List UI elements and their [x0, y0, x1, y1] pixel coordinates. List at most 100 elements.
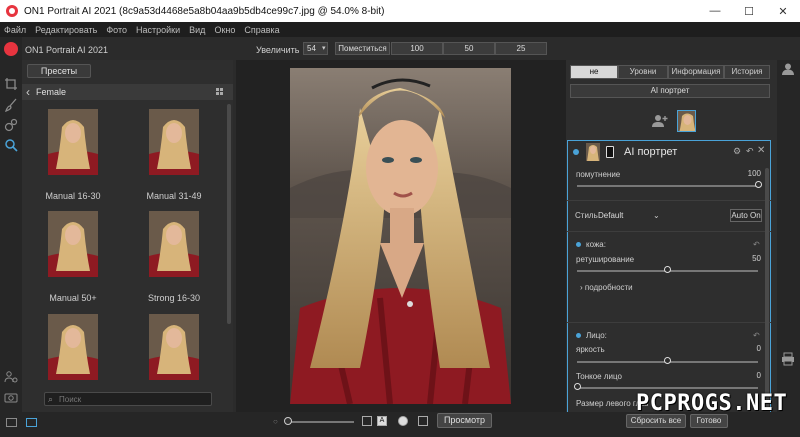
zoom-25-button[interactable]: 25	[495, 42, 547, 55]
crop-icon[interactable]	[4, 77, 18, 91]
preset-label: Strong 16-30	[147, 293, 201, 303]
opacity-slider-knob[interactable]	[754, 181, 762, 188]
preset-label: Manual 31-49	[146, 191, 202, 201]
gear-icon[interactable]: ⚙	[733, 146, 741, 157]
brightness-slider-knob[interactable]	[664, 357, 671, 364]
main-photo[interactable]	[290, 68, 511, 404]
grid-view-icon[interactable]	[216, 88, 223, 95]
preset-thumb[interactable]	[149, 314, 199, 380]
brand-logo-icon	[4, 42, 18, 56]
zoom-100-button[interactable]: 100	[391, 42, 443, 55]
face-enabled-indicator[interactable]	[576, 333, 581, 338]
search-icon: ⌕	[48, 394, 54, 404]
presets-scrollbar[interactable]	[227, 104, 231, 324]
module-enabled-indicator[interactable]	[573, 149, 579, 155]
user-icon[interactable]	[781, 62, 795, 79]
mask-icon[interactable]	[4, 118, 18, 132]
preset-thumb[interactable]	[48, 314, 98, 380]
preset-thumb[interactable]	[48, 211, 98, 277]
menu-file[interactable]: Файл	[4, 25, 26, 35]
zoom-out-icon[interactable]: ○	[273, 417, 278, 426]
portrait-ai-icon[interactable]	[4, 138, 18, 152]
chevron-down-icon[interactable]: ▾	[322, 44, 326, 52]
back-arrow-icon[interactable]: ‹	[26, 85, 30, 99]
presets-tab[interactable]: Пресеты	[27, 64, 91, 78]
preset-category-row[interactable]: ‹ Female	[22, 84, 233, 100]
close-window-button[interactable]: ✕	[766, 0, 800, 22]
window-title: ON1 Portrait AI 2021 (8c9a53d4468e5a8b04…	[24, 5, 385, 17]
app-logo-icon	[6, 5, 18, 17]
menu-window[interactable]: Окно	[214, 25, 235, 35]
brush-icon[interactable]	[4, 98, 18, 113]
preset-thumb[interactable]	[149, 211, 199, 277]
zoom-50-button[interactable]: 50	[443, 42, 495, 55]
retouch-value[interactable]: 50	[741, 254, 761, 263]
tab-info[interactable]: Информация	[668, 65, 724, 79]
style-select[interactable]: Default	[598, 211, 623, 220]
view-circle-icon[interactable]	[398, 416, 408, 426]
reset-all-button[interactable]: Сбросить все	[626, 414, 686, 428]
slim-face-slider-track[interactable]	[577, 387, 758, 389]
title-bar: ON1 Portrait AI 2021 (8c9a53d4468e5a8b04…	[0, 0, 800, 22]
camera-icon[interactable]	[4, 390, 18, 404]
slim-face-value[interactable]: 0	[741, 371, 761, 380]
skin-section-title: кожа:	[586, 240, 606, 249]
view-mask-icon[interactable]	[418, 416, 428, 426]
preset-label: Manual 16-30	[45, 191, 101, 201]
retouch-label: ретуширование	[576, 255, 635, 264]
menu-view[interactable]: Вид	[189, 25, 205, 35]
single-view-icon[interactable]	[6, 418, 17, 427]
tab-levels[interactable]: Уровни	[618, 65, 668, 79]
module-title: AI портрет	[624, 146, 678, 158]
opacity-slider-track[interactable]	[577, 185, 758, 187]
done-button[interactable]: Готово	[690, 414, 728, 428]
divider	[567, 200, 771, 201]
preset-thumb[interactable]	[48, 109, 98, 175]
ai-portrait-header-button[interactable]: AI портрет	[570, 84, 770, 98]
menu-edit[interactable]: Редактировать	[35, 25, 97, 35]
fit-button[interactable]: Поместиться	[335, 42, 390, 55]
menu-bar: Файл Редактировать Фото Настройки Вид Ок…	[0, 22, 800, 37]
undo-icon[interactable]: ↶	[753, 240, 760, 249]
add-person-icon[interactable]	[652, 114, 668, 131]
zoom-slider-knob[interactable]	[284, 417, 292, 425]
minimize-button[interactable]: —	[698, 0, 732, 22]
tab-history[interactable]: История	[724, 65, 770, 79]
slim-face-slider-knob[interactable]	[573, 383, 581, 390]
preview-button[interactable]: Просмотр	[437, 413, 492, 428]
divider	[567, 322, 771, 323]
chevron-down-icon[interactable]: ⌄	[653, 211, 660, 220]
auto-on-button[interactable]: Auto On	[730, 209, 762, 222]
preset-thumb[interactable]	[149, 109, 199, 175]
view-square-icon[interactable]	[362, 416, 372, 426]
adjustments-scrollbar[interactable]	[765, 168, 769, 408]
module-thumbnail	[586, 143, 600, 161]
brightness-label: яркость	[576, 345, 605, 354]
details-expander[interactable]: › подробности	[580, 283, 633, 292]
zoom-slider-track[interactable]	[287, 421, 354, 423]
preset-search-input[interactable]: ⌕ Поиск	[44, 392, 212, 406]
menu-settings[interactable]: Настройки	[136, 25, 180, 35]
menu-help[interactable]: Справка	[244, 25, 279, 35]
opacity-label: помутнение	[576, 170, 621, 179]
category-label: Female	[36, 87, 67, 97]
undo-icon[interactable]: ↶	[753, 331, 760, 340]
maximize-button[interactable]: ☐	[732, 0, 766, 22]
brightness-value[interactable]: 0	[741, 344, 761, 353]
close-icon[interactable]: ✕	[757, 145, 765, 156]
view-a-icon[interactable]: A	[377, 416, 387, 426]
compare-view-icon[interactable]	[26, 418, 37, 427]
undo-icon[interactable]: ↶	[746, 146, 754, 157]
style-label: Стиль	[575, 211, 598, 220]
window-controls: — ☐ ✕	[698, 0, 800, 22]
brand-name: ON1 Portrait AI 2021	[25, 45, 109, 55]
opacity-value[interactable]: 100	[741, 169, 761, 178]
menu-photo[interactable]: Фото	[106, 25, 127, 35]
detected-face-thumb[interactable]	[677, 110, 696, 132]
details-label: подробности	[584, 283, 633, 292]
skin-enabled-indicator[interactable]	[576, 242, 581, 247]
people-icon[interactable]	[4, 370, 18, 384]
printer-icon[interactable]	[781, 352, 795, 369]
retouch-slider-knob[interactable]	[664, 266, 671, 273]
tab-nav[interactable]: не	[570, 65, 618, 79]
